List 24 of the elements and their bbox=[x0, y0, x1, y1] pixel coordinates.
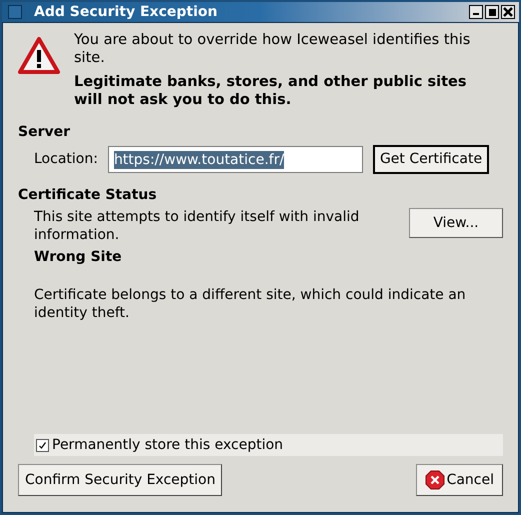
stop-icon bbox=[424, 470, 445, 490]
window-menu-icon[interactable] bbox=[8, 5, 22, 19]
permanent-store-label: Permanently store this exception bbox=[52, 436, 284, 454]
warning-icon bbox=[18, 37, 60, 75]
cancel-button[interactable]: Cancel bbox=[416, 464, 503, 496]
permanent-store-row[interactable]: Permanently store this exception bbox=[34, 434, 503, 456]
checkmark-icon bbox=[38, 440, 47, 450]
view-button[interactable]: View... bbox=[409, 208, 503, 238]
server-heading: Server bbox=[18, 123, 70, 141]
get-certificate-button[interactable]: Get Certificate bbox=[372, 145, 490, 174]
confirm-button[interactable]: Confirm Security Exception bbox=[18, 464, 222, 496]
checkbox[interactable] bbox=[36, 438, 49, 452]
close-icon[interactable] bbox=[501, 5, 515, 19]
certificate-status-heading: Certificate Status bbox=[18, 186, 157, 204]
maximize-icon[interactable] bbox=[485, 5, 499, 19]
warning-message: You are about to override how Iceweasel identifies this site. bbox=[74, 31, 472, 67]
certificate-status-summary: This site attempts to identify itself with invalid information. bbox=[34, 208, 360, 244]
window-title: Add Security Exception bbox=[34, 2, 218, 22]
problem-title: Wrong Site bbox=[34, 248, 122, 266]
location-label: Location: bbox=[34, 150, 98, 169]
warning-emphasis: Legitimate banks, stores, and other public sites will not ask you to do this. bbox=[74, 73, 468, 109]
problem-text: Certificate belongs to a different site, which could indicate an identity theft. bbox=[34, 286, 467, 322]
minimize-icon[interactable] bbox=[469, 5, 483, 19]
location-field[interactable]: https://www.toutatice.fr/ bbox=[108, 146, 363, 173]
